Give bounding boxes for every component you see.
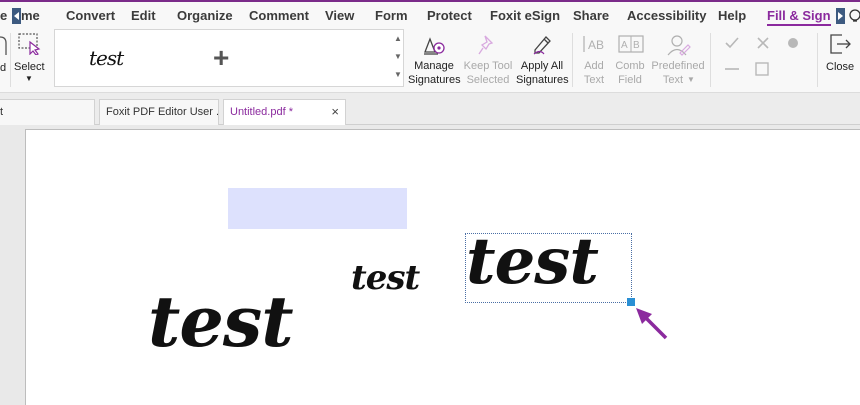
add-signature-button[interactable]: + bbox=[205, 40, 241, 76]
ribbon-toolbar: d Select ▼ test + ▲ ▼ ▼ Manage Signature… bbox=[0, 29, 860, 93]
menu-item-help[interactable]: Help bbox=[718, 8, 746, 23]
menu-item-edit[interactable]: Edit bbox=[131, 8, 156, 23]
select-cursor-icon bbox=[18, 33, 41, 55]
menu-bar: e me Convert Edit Organize Comment View … bbox=[0, 0, 860, 29]
apply-all-signatures-button[interactable]: Apply All Signatures bbox=[516, 29, 569, 89]
menu-item-foxit-esign[interactable]: Foxit eSign bbox=[490, 8, 560, 23]
predefined-text-label-2: Text bbox=[662, 74, 684, 86]
apply-all-label-1: Apply All bbox=[520, 60, 564, 72]
add-text-button[interactable]: AB Add Text bbox=[576, 29, 612, 89]
add-text-icon: AB bbox=[583, 36, 604, 52]
selected-signature[interactable]: test bbox=[465, 224, 632, 303]
hand-tool-label: d bbox=[0, 62, 7, 74]
add-signature-icon: + bbox=[213, 42, 230, 73]
pointer-arrow-icon bbox=[636, 308, 668, 340]
cross-icon[interactable] bbox=[756, 36, 770, 50]
tab-user-guide[interactable]: Foxit PDF Editor User ... bbox=[99, 99, 219, 125]
gallery-signature-text: test bbox=[89, 46, 124, 70]
gallery-expand-icon[interactable]: ▼ bbox=[393, 70, 403, 80]
hand-tool-icon[interactable] bbox=[0, 35, 7, 57]
close-doc-icon bbox=[830, 34, 851, 54]
manage-signatures-label-1: Manage bbox=[414, 60, 454, 72]
close-label: Close bbox=[826, 61, 855, 73]
menu-item-organize[interactable]: Organize bbox=[177, 8, 233, 23]
menu-item-fill-sign[interactable]: Fill & Sign bbox=[767, 8, 831, 26]
svg-text:A: A bbox=[621, 40, 628, 51]
tab-untitled-pdf[interactable]: Untitled.pdf * × bbox=[223, 99, 346, 126]
pdf-page: test test test bbox=[25, 129, 860, 405]
predefined-text-dropdown-icon[interactable]: ▼ bbox=[687, 73, 695, 87]
menu-item-form[interactable]: Form bbox=[375, 8, 408, 23]
signature-large[interactable]: test bbox=[148, 280, 294, 363]
ribbon-divider bbox=[572, 33, 573, 87]
select-dropdown-icon[interactable]: ▼ bbox=[25, 72, 33, 86]
signature-gallery-item[interactable]: test bbox=[59, 34, 187, 82]
document-view: test test test bbox=[0, 125, 860, 405]
menu-item-home[interactable]: me bbox=[21, 8, 40, 23]
menu-item-share[interactable]: Share bbox=[573, 8, 609, 23]
tab-start[interactable]: t bbox=[0, 99, 95, 125]
keep-tool-selected-button[interactable]: Keep Tool Selected bbox=[462, 29, 514, 89]
box-icon[interactable] bbox=[755, 62, 769, 76]
lightbulb-icon[interactable] bbox=[848, 9, 860, 25]
manage-signatures-icon bbox=[424, 37, 445, 55]
checkmark-icon[interactable] bbox=[724, 36, 740, 50]
comb-field-button[interactable]: A B Comb Field bbox=[612, 29, 648, 89]
tab-label: Foxit PDF Editor User ... bbox=[106, 106, 219, 118]
signature-gallery: test + ▲ ▼ ▼ bbox=[54, 29, 404, 87]
predefined-text-label-1: Predefined bbox=[651, 60, 705, 72]
comb-field-label-2: Field bbox=[618, 74, 642, 86]
tab-label: Untitled.pdf * bbox=[230, 106, 293, 118]
manage-signatures-button[interactable]: Manage Signatures bbox=[408, 29, 461, 89]
signature-selected: test bbox=[466, 224, 599, 299]
close-fill-sign-button[interactable]: Close bbox=[822, 29, 860, 89]
ribbon-divider bbox=[710, 33, 711, 87]
line-icon[interactable] bbox=[724, 66, 740, 72]
add-text-label-2: Text bbox=[583, 74, 605, 86]
gallery-scroll-up-icon[interactable]: ▲ bbox=[393, 34, 403, 44]
ribbon-divider bbox=[817, 33, 818, 87]
highlight-area bbox=[228, 188, 407, 229]
svg-text:B: B bbox=[633, 40, 640, 51]
comb-field-label-1: Comb bbox=[615, 60, 645, 72]
menu-item-accessibility[interactable]: Accessibility bbox=[627, 8, 707, 23]
svg-text:AB: AB bbox=[588, 38, 604, 52]
keep-tool-label-2: Selected bbox=[466, 74, 510, 86]
apply-all-label-2: Signatures bbox=[516, 74, 569, 86]
signature-small[interactable]: test bbox=[351, 258, 420, 298]
keep-tool-label-1: Keep Tool bbox=[463, 60, 513, 72]
apply-all-pen-icon bbox=[533, 36, 551, 55]
resize-handle[interactable] bbox=[627, 298, 635, 306]
keep-tool-pin-icon bbox=[478, 35, 494, 55]
menu-scroll-left-icon[interactable] bbox=[12, 8, 21, 24]
dot-icon[interactable] bbox=[787, 37, 799, 49]
manage-signatures-label-2: Signatures bbox=[408, 74, 461, 86]
tab-label: t bbox=[0, 106, 4, 118]
menu-item-view[interactable]: View bbox=[325, 8, 354, 23]
comb-field-icon: A B bbox=[618, 35, 644, 53]
document-tab-bar: t Foxit PDF Editor User ... Untitled.pdf… bbox=[0, 93, 860, 126]
select-button[interactable]: Select ▼ bbox=[11, 29, 49, 89]
add-text-label-1: Add bbox=[584, 60, 604, 72]
tab-close-icon[interactable]: × bbox=[331, 100, 339, 124]
menu-scroll-right-icon[interactable] bbox=[836, 8, 845, 24]
predefined-text-button[interactable]: Predefined Text ▼ bbox=[649, 29, 707, 89]
menu-item-convert[interactable]: Convert bbox=[66, 8, 115, 23]
menu-item-comment[interactable]: Comment bbox=[249, 8, 309, 23]
menu-item-protect[interactable]: Protect bbox=[427, 8, 472, 23]
predefined-text-icon bbox=[667, 35, 691, 56]
gallery-scroll-down-icon[interactable]: ▼ bbox=[393, 52, 403, 62]
menu-item-cut[interactable]: e bbox=[0, 8, 7, 23]
